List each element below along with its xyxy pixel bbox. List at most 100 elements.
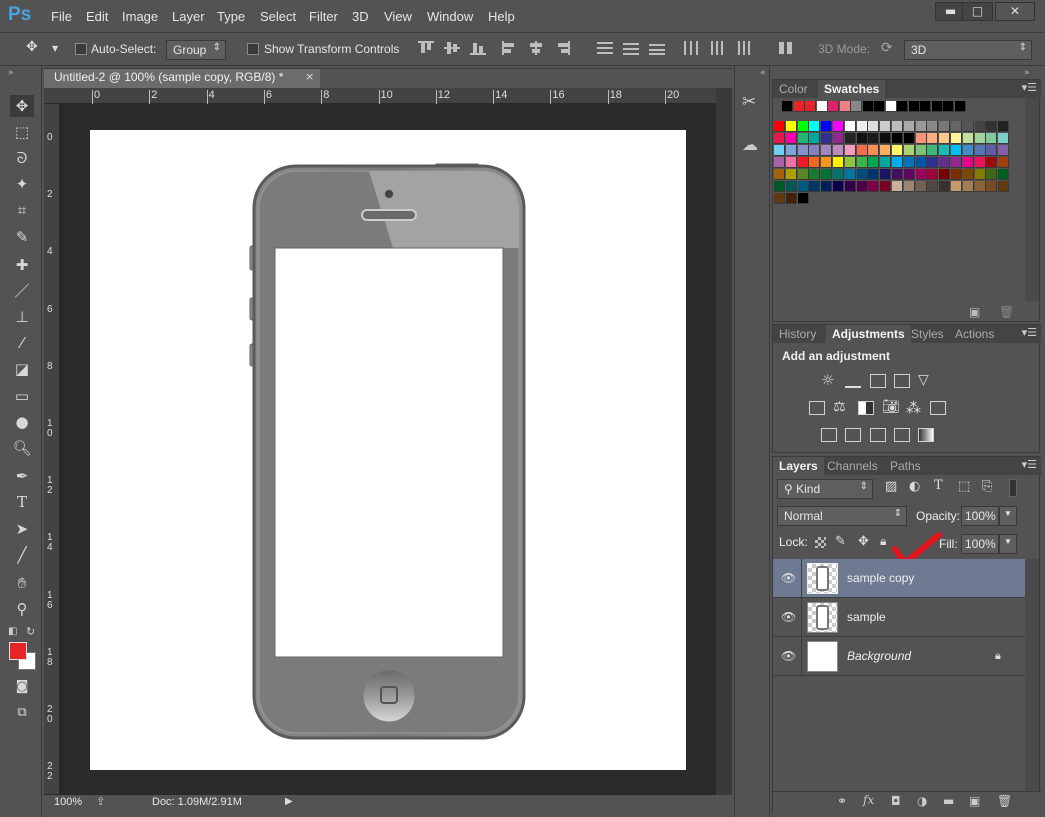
layer-filter-dropdown[interactable]: ⚲ Kind ⇕: [777, 479, 873, 499]
doc-size-info[interactable]: Doc: 1.09M/2.91M: [152, 796, 242, 808]
vibrance-icon[interactable]: ▽: [918, 372, 934, 388]
screen-mode-icon[interactable]: ⧉: [10, 702, 34, 724]
swatch[interactable]: [797, 169, 809, 180]
layer-thumbnail[interactable]: [807, 641, 838, 672]
lasso-tool-icon[interactable]: ᘐ: [10, 147, 34, 169]
swatch[interactable]: [962, 157, 974, 168]
swatch[interactable]: [986, 157, 998, 168]
swatch[interactable]: [844, 121, 856, 132]
menu-file[interactable]: File: [51, 9, 72, 24]
swatch[interactable]: [833, 121, 844, 132]
menu-type[interactable]: Type: [217, 9, 245, 24]
blend-mode-dropdown[interactable]: Normal ⇕: [777, 506, 907, 526]
swatch[interactable]: [805, 101, 816, 112]
swatch[interactable]: [856, 145, 868, 156]
posterize-icon[interactable]: [845, 428, 861, 442]
layer-mask-icon[interactable]: ◘: [891, 794, 901, 808]
eraser-tool-icon[interactable]: ◪: [10, 358, 34, 380]
swatch[interactable]: [816, 101, 828, 112]
brightness-contrast-icon[interactable]: ☼: [821, 373, 837, 388]
swatch[interactable]: [986, 169, 998, 180]
layer-style-icon[interactable]: fx: [863, 793, 874, 807]
document-tab[interactable]: Untitled-2 @ 100% (sample copy, RGB/8) *: [44, 68, 320, 88]
swatch[interactable]: [962, 169, 974, 180]
lock-pixels-icon[interactable]: ✎: [835, 534, 846, 549]
maximize-button[interactable]: □: [962, 2, 993, 21]
fill-slider-toggle[interactable]: ▼: [999, 534, 1017, 554]
tab-actions[interactable]: Actions: [949, 325, 1000, 343]
swatch[interactable]: [903, 145, 915, 156]
menu-image[interactable]: Image: [122, 9, 158, 24]
swatch[interactable]: [785, 121, 797, 132]
swatch[interactable]: [774, 169, 785, 180]
adjustment-layer-icon[interactable]: ◑: [917, 794, 927, 808]
swatch[interactable]: [915, 133, 927, 144]
swatch[interactable]: [828, 101, 839, 112]
layer-name[interactable]: Background: [847, 649, 911, 663]
swatch[interactable]: [833, 181, 844, 192]
swatch[interactable]: [998, 121, 1010, 132]
auto-select-dropdown[interactable]: Group ⇕: [166, 40, 226, 60]
swatch[interactable]: [797, 157, 809, 168]
swatch[interactable]: [939, 121, 951, 132]
new-layer-icon[interactable]: ▣: [969, 794, 980, 808]
layer-thumbnail[interactable]: [807, 563, 838, 594]
align-top-icon[interactable]: [418, 41, 434, 55]
channel-mixer-icon[interactable]: ⁂: [906, 399, 922, 417]
swatch[interactable]: [809, 169, 821, 180]
swatch[interactable]: [974, 181, 986, 192]
link-layers-icon[interactable]: ⚭: [837, 794, 847, 808]
visibility-eye-icon[interactable]: 👁︎: [781, 649, 796, 663]
layer-row-sample-copy[interactable]: 👁︎ sample copy: [773, 559, 1025, 598]
swatch[interactable]: [833, 133, 844, 144]
swatch[interactable]: [892, 181, 903, 192]
swatch[interactable]: [998, 157, 1010, 168]
swatch[interactable]: [797, 145, 809, 156]
swatch[interactable]: [856, 133, 868, 144]
swatch[interactable]: [986, 145, 998, 156]
collapse-arrows-icon[interactable]: »: [8, 68, 14, 78]
status-menu-arrow-icon[interactable]: ▶: [285, 796, 293, 807]
fill-input[interactable]: 100%: [961, 534, 999, 554]
swatch[interactable]: [920, 101, 931, 112]
menu-edit[interactable]: Edit: [86, 9, 108, 24]
visibility-eye-icon[interactable]: 👁︎: [781, 610, 796, 624]
history-brush-tool-icon[interactable]: ⁄: [10, 332, 34, 354]
share-icon[interactable]: ⇪: [96, 795, 105, 808]
curves-icon[interactable]: [870, 374, 886, 388]
clone-stamp-tool-icon[interactable]: ⊥: [10, 306, 34, 328]
close-button[interactable]: ✕: [995, 2, 1035, 21]
zoom-tool-icon[interactable]: ⚲: [10, 598, 34, 620]
swatch[interactable]: [797, 133, 809, 144]
tab-color[interactable]: Color: [773, 80, 814, 98]
tools-panel-icon[interactable]: ✂: [742, 92, 756, 112]
line-tool-icon[interactable]: ╱: [10, 544, 34, 566]
swatch[interactable]: [844, 133, 856, 144]
swatch[interactable]: [903, 181, 915, 192]
3d-mode-dropdown[interactable]: 3D ⇕: [904, 40, 1032, 60]
align-bottom-icon[interactable]: [470, 41, 486, 55]
type-layer-filter-icon[interactable]: T: [934, 478, 943, 493]
swatch[interactable]: [974, 169, 986, 180]
swatch[interactable]: [809, 181, 821, 192]
swatch[interactable]: [774, 133, 785, 144]
swatch[interactable]: [880, 145, 892, 156]
swatch[interactable]: [915, 121, 927, 132]
swatch[interactable]: [892, 121, 903, 132]
collapse-arrows-icon[interactable]: «: [760, 68, 766, 78]
menu-select[interactable]: Select: [260, 9, 296, 24]
smart-object-filter-icon[interactable]: ⎘: [982, 479, 992, 494]
auto-align-icon[interactable]: [778, 41, 794, 55]
swatch[interactable]: [915, 157, 927, 168]
swatch[interactable]: [785, 157, 797, 168]
tab-history[interactable]: History: [773, 325, 822, 343]
swatch[interactable]: [774, 121, 785, 132]
swatch[interactable]: [833, 157, 844, 168]
swatch[interactable]: [880, 133, 892, 144]
layer-name[interactable]: sample: [847, 610, 886, 624]
visibility-eye-icon[interactable]: 👁︎: [781, 571, 796, 585]
swatch[interactable]: [903, 157, 915, 168]
type-tool-icon[interactable]: T: [10, 491, 34, 513]
swatch[interactable]: [785, 193, 797, 204]
blur-tool-icon[interactable]: ●: [10, 411, 34, 433]
